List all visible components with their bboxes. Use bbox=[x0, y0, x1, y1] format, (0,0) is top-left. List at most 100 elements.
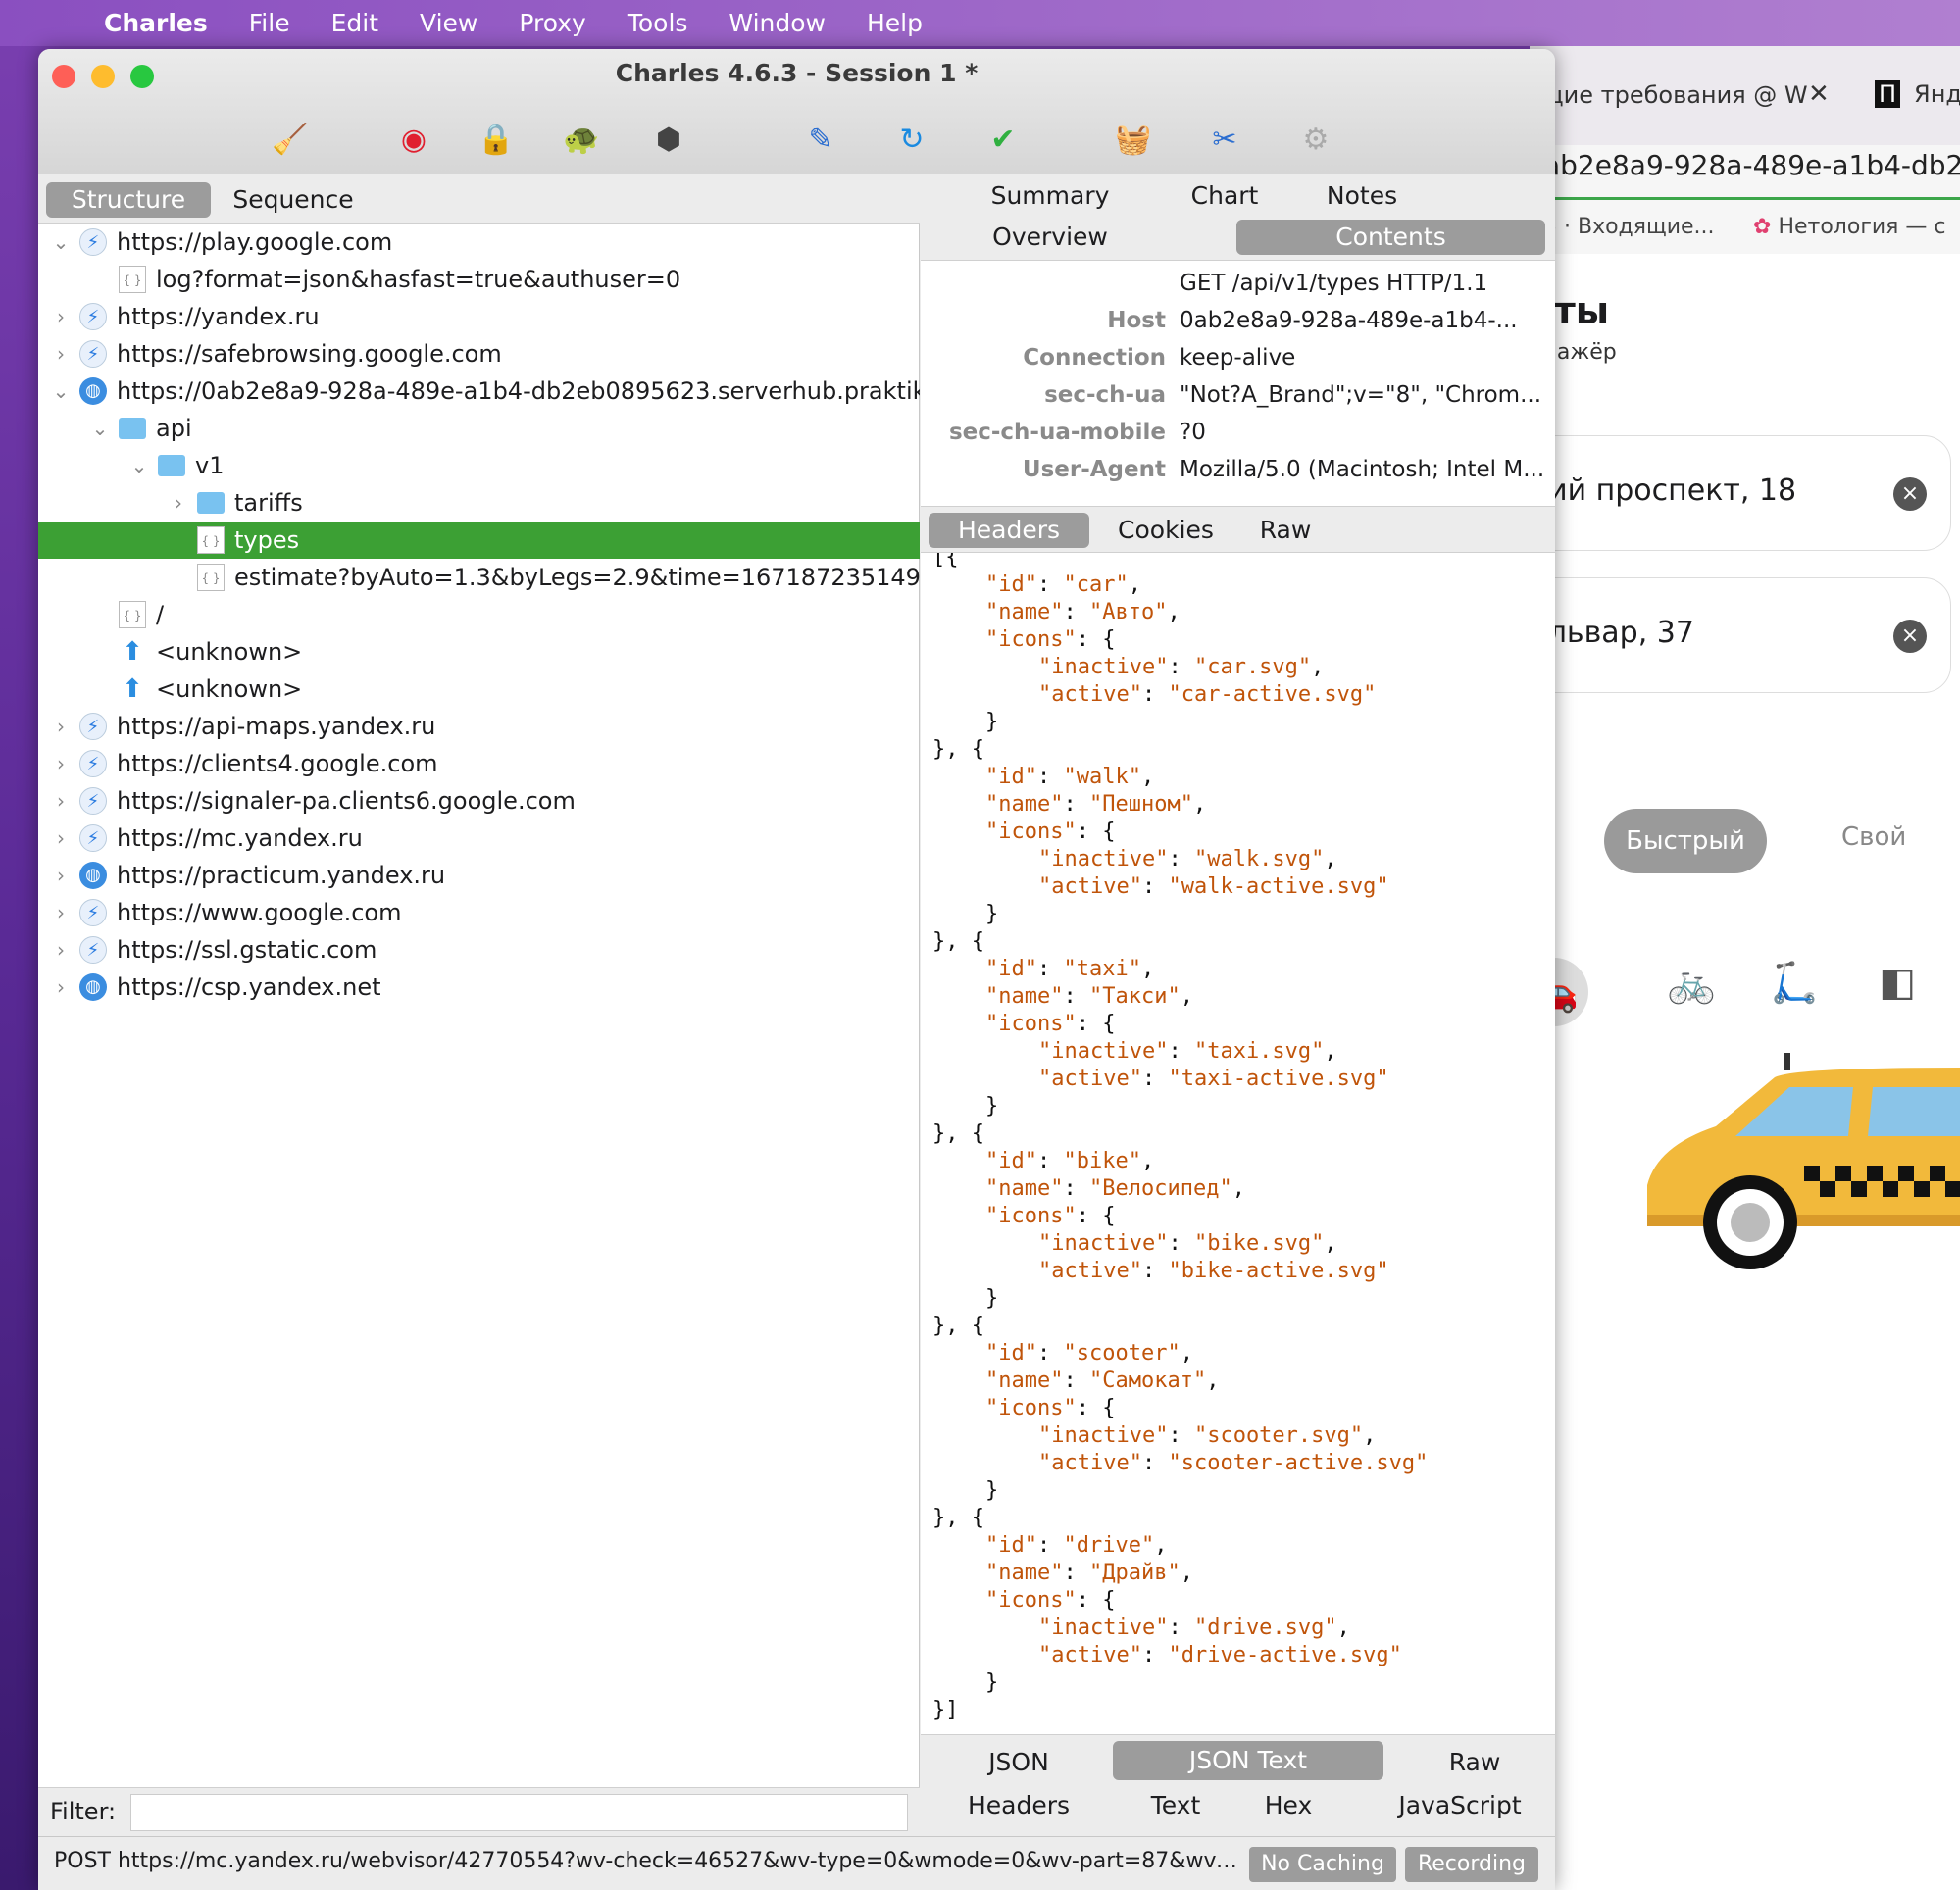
tree-row[interactable]: › ⚡ https://ssl.gstatic.com bbox=[38, 931, 920, 969]
tab-notes[interactable]: Notes bbox=[1303, 178, 1421, 214]
chevron-down-icon[interactable]: ⌄ bbox=[128, 447, 150, 484]
recording-badge[interactable]: Recording bbox=[1405, 1847, 1538, 1882]
browser-tab-title[interactable]: щие требования @ W bbox=[1541, 81, 1808, 109]
throttle-icon[interactable]: 🔒 bbox=[474, 118, 519, 163]
tree-row[interactable]: ⌄ api bbox=[38, 410, 920, 447]
chevron-right-icon[interactable]: › bbox=[50, 745, 72, 782]
menu-window[interactable]: Window bbox=[708, 9, 846, 37]
tab-chart[interactable]: Chart bbox=[1166, 178, 1283, 214]
tab-raw-response[interactable]: Raw bbox=[1421, 1743, 1529, 1782]
drive-mode-icon[interactable]: ◧ bbox=[1868, 960, 1927, 1019]
tree-row[interactable]: › ◍ https://csp.yandex.net bbox=[38, 969, 920, 1006]
bolt-icon: ⚡ bbox=[79, 340, 107, 368]
record-icon[interactable]: ◉ bbox=[391, 118, 436, 163]
chevron-right-icon[interactable]: › bbox=[50, 820, 72, 857]
code-line: [{ bbox=[932, 553, 959, 570]
menu-file[interactable]: File bbox=[228, 9, 311, 37]
menu-help[interactable]: Help bbox=[846, 9, 943, 37]
header-key: Host bbox=[1107, 308, 1166, 333]
chevron-down-icon[interactable]: ⌄ bbox=[50, 224, 72, 261]
tree-row[interactable]: { } log?format=json&hasfast=true&authuser… bbox=[38, 261, 920, 298]
address-to-card[interactable]: ульвар, 37 × bbox=[1530, 577, 1951, 693]
fast-route-button[interactable]: Быстрый bbox=[1604, 809, 1767, 873]
menu-proxy[interactable]: Proxy bbox=[498, 9, 606, 37]
tab-json-text[interactable]: JSON Text bbox=[1113, 1741, 1383, 1780]
tree-row[interactable]: ⌄ ◍ https://0ab2e8a9-928a-489e-a1b4-db2eb0… bbox=[38, 373, 920, 410]
tab-cookies[interactable]: Cookies bbox=[1107, 513, 1225, 548]
tab-hex[interactable]: Hex bbox=[1244, 1786, 1332, 1825]
browser-url-bar[interactable]: ab2e8a9-928a-489e-a1b4-db2 bbox=[1530, 149, 1960, 200]
chevron-right-icon[interactable]: › bbox=[168, 484, 189, 522]
chevron-right-icon[interactable]: › bbox=[50, 969, 72, 1006]
bookmark-inbox[interactable]: 5 · Входящие... bbox=[1543, 215, 1715, 239]
tree-row[interactable]: › tariffs bbox=[38, 484, 920, 522]
tab-structure[interactable]: Structure bbox=[46, 182, 211, 218]
chevron-right-icon[interactable]: › bbox=[50, 894, 72, 931]
tree-row[interactable]: › ⚡ https://yandex.ru bbox=[38, 298, 920, 335]
basket-icon[interactable]: 🧺 bbox=[1111, 118, 1156, 163]
scooter-mode-icon[interactable]: 🛴 bbox=[1765, 960, 1824, 1019]
bookmark-netology[interactable]: ✿ Нетология — с bbox=[1753, 215, 1946, 239]
turtle-icon[interactable]: 🐢 bbox=[559, 118, 604, 163]
pen-icon[interactable]: ✎ bbox=[798, 118, 843, 163]
chevron-right-icon[interactable]: › bbox=[50, 298, 72, 335]
tree-row[interactable]: › ⚡ https://www.google.com bbox=[38, 894, 920, 931]
refresh-icon[interactable]: ↻ bbox=[889, 118, 934, 163]
stop-icon[interactable]: ⬢ bbox=[646, 118, 691, 163]
tab-overview[interactable]: Overview bbox=[972, 220, 1129, 255]
filter-input[interactable] bbox=[130, 1794, 908, 1831]
tab-raw[interactable]: Raw bbox=[1246, 513, 1325, 548]
json-string: " bbox=[1167, 1561, 1181, 1585]
chevron-right-icon[interactable]: › bbox=[50, 782, 72, 820]
clear-icon[interactable]: × bbox=[1893, 620, 1927, 653]
tree-row[interactable]: ⬆ <unknown> bbox=[38, 633, 920, 671]
tree-row[interactable]: › ◍ https://practicum.yandex.ru bbox=[38, 857, 920, 894]
close-icon[interactable]: ✕ bbox=[1808, 79, 1830, 109]
tree-row[interactable]: › ⚡ https://safebrowsing.google.com bbox=[38, 335, 920, 373]
tree-row[interactable]: › ⚡ https://api-maps.yandex.ru bbox=[38, 708, 920, 745]
tree-row[interactable]: { } / bbox=[38, 596, 920, 633]
chevron-down-icon[interactable]: ⌄ bbox=[50, 373, 72, 410]
status-text: POST https://mc.yandex.ru/webvisor/42770… bbox=[54, 1849, 1240, 1873]
tab-summary[interactable]: Summary bbox=[972, 178, 1129, 214]
tree-row[interactable]: ⌄ ⚡ https://play.google.com bbox=[38, 224, 920, 261]
tree-row[interactable]: { } types bbox=[38, 522, 920, 559]
tab-sequence[interactable]: Sequence bbox=[225, 182, 362, 218]
address-from-card[interactable]: кий проспект, 18 × bbox=[1530, 435, 1951, 551]
json-text-view[interactable]: [{"id": "car", "name": "Авто", "icons": {"… bbox=[921, 553, 1555, 1724]
tab-headers-response[interactable]: Headers bbox=[940, 1786, 1097, 1825]
chevron-down-icon[interactable]: ⌄ bbox=[89, 410, 111, 447]
bolt-icon: ⚡ bbox=[79, 713, 107, 740]
code-line: "icons": { bbox=[985, 1012, 1115, 1036]
tree-row[interactable]: ⬆ <unknown> bbox=[38, 671, 920, 708]
browser-tab-2[interactable]: П Янд bbox=[1875, 80, 1960, 108]
menu-app-charles[interactable]: Charles bbox=[78, 9, 228, 37]
tab-text[interactable]: Text bbox=[1127, 1786, 1225, 1825]
menu-tools[interactable]: Tools bbox=[607, 9, 709, 37]
chevron-right-icon[interactable]: › bbox=[50, 857, 72, 894]
tab-json[interactable]: JSON bbox=[940, 1743, 1097, 1782]
bolt-icon: ⚡ bbox=[79, 936, 107, 964]
tree-row[interactable]: › ⚡ https://signaler-pa.clients6.google.co… bbox=[38, 782, 920, 820]
tree-row[interactable]: › ⚡ https://mc.yandex.ru bbox=[38, 820, 920, 857]
tab-javascript[interactable]: JavaScript bbox=[1372, 1786, 1548, 1825]
tab-headers[interactable]: Headers bbox=[929, 513, 1089, 548]
bike-mode-icon[interactable]: 🚲 bbox=[1662, 960, 1721, 1019]
chevron-right-icon[interactable]: › bbox=[50, 335, 72, 373]
tab-contents[interactable]: Contents bbox=[1236, 220, 1545, 255]
bookmark-netology-label: Нетология — с bbox=[1778, 215, 1946, 239]
chevron-right-icon[interactable]: › bbox=[50, 931, 72, 969]
tools-icon[interactable]: ✂ bbox=[1202, 118, 1247, 163]
menu-edit[interactable]: Edit bbox=[311, 9, 399, 37]
broom-icon[interactable]: 🧹 bbox=[268, 118, 313, 163]
tree-row[interactable]: { } estimate?byAuto=1.3&byLegs=2.9&time=1… bbox=[38, 559, 920, 596]
menu-view[interactable]: View bbox=[399, 9, 498, 37]
check-icon[interactable]: ✔ bbox=[980, 118, 1026, 163]
own-route-button[interactable]: Свой bbox=[1841, 822, 1906, 852]
no-caching-badge[interactable]: No Caching bbox=[1249, 1847, 1396, 1882]
tree-row[interactable]: › ⚡ https://clients4.google.com bbox=[38, 745, 920, 782]
tree-row[interactable]: ⌄ v1 bbox=[38, 447, 920, 484]
clear-icon[interactable]: × bbox=[1893, 477, 1927, 511]
chevron-right-icon[interactable]: › bbox=[50, 708, 72, 745]
settings-icon[interactable]: ⚙ bbox=[1293, 118, 1338, 163]
